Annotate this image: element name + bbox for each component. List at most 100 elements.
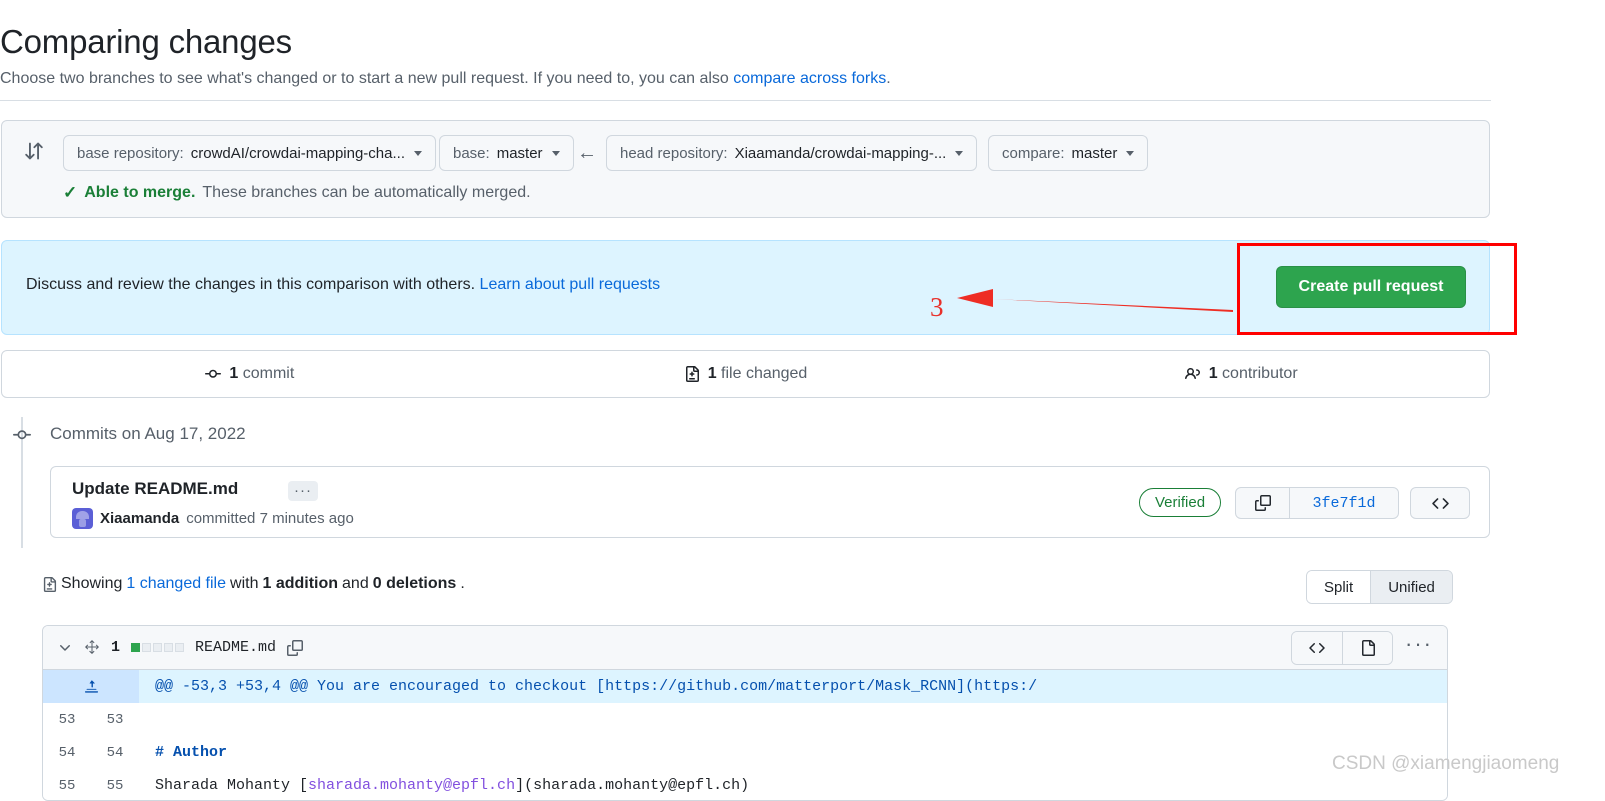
files-summary-middle: with — [230, 575, 259, 592]
head-repository-value: Xiaamanda/crowdai-mapping-... — [734, 144, 947, 162]
diff-file-action-group — [1291, 630, 1394, 665]
commit-message[interactable]: Update README.md — [72, 479, 238, 499]
file-diff-icon — [684, 366, 700, 382]
files-summary-conjunction: and — [342, 575, 369, 592]
commit-time: committed 7 minutes ago — [186, 510, 354, 527]
diff-hunk-header: @@ -53,3 +53,4 @@ You are encouraged to … — [43, 670, 1447, 703]
base-repository-selector[interactable]: base repository: crowdAI/crowdai-mapping… — [63, 135, 436, 171]
base-branch-value: master — [496, 144, 543, 162]
page-title: Comparing changes — [0, 23, 292, 60]
base-repository-label: base repository: — [77, 144, 184, 162]
compare-across-forks-link[interactable]: compare across forks — [733, 70, 886, 87]
commit-node-icon — [13, 426, 31, 444]
view-code-button[interactable] — [1292, 631, 1343, 664]
diff-new-line-number: 54 — [106, 744, 124, 761]
stat-commits-count: 1 — [229, 365, 239, 382]
pull-request-banner-text: Discuss and review the changes in this c… — [26, 276, 660, 294]
diff-old-line-number: 54 — [58, 744, 76, 761]
pull-request-banner: Discuss and review the changes in this c… — [1, 240, 1490, 335]
copy-icon[interactable] — [287, 639, 304, 656]
compare-changes-page: Comparing changes Choose two branches to… — [0, 0, 1605, 801]
diff-line-code: Sharada Mohanty [sharada.mohanty@epfl.ch… — [139, 769, 1447, 800]
diffstat-square-empty — [153, 643, 163, 652]
changed-files-link[interactable]: 1 changed file — [126, 575, 226, 593]
page-subtitle: Choose two branches to see what's change… — [0, 68, 891, 90]
comparison-stats-bar: 1 commit 1 file changed 1 contributor — [1, 350, 1490, 398]
subtitle-text: Choose two branches to see what's change… — [0, 70, 734, 87]
file-icon — [1361, 639, 1375, 656]
chevron-down-icon — [955, 150, 964, 156]
commit-icon — [205, 366, 222, 382]
direction-arrow-icon: ← — [577, 142, 597, 164]
diffstat-square-add — [131, 643, 141, 652]
status-badge[interactable]: Verified — [1139, 488, 1222, 517]
stat-contributors[interactable]: 1 contributor — [993, 365, 1489, 383]
base-repository-value: crowdAI/crowdai-mapping-cha... — [190, 144, 405, 162]
tab-unified[interactable]: Unified — [1370, 571, 1452, 603]
base-branch-label: base: — [453, 144, 490, 162]
commit-sha[interactable]: 3fe7f1d — [1290, 488, 1398, 518]
diff-code-link: sharada.mohanty@epfl.ch — [308, 777, 516, 794]
chevron-down-icon — [1126, 150, 1135, 156]
learn-about-pull-requests-link[interactable]: Learn about pull requests — [480, 276, 661, 293]
head-repository-selector[interactable]: head repository: Xiaamanda/crowdai-mappi… — [606, 135, 978, 171]
diff-new-line-number: 53 — [106, 711, 124, 728]
header-divider — [0, 100, 1491, 101]
chevron-down-icon — [414, 150, 422, 156]
compare-branch-label: compare: — [1002, 144, 1065, 162]
swap-vertical-icon[interactable] — [24, 141, 44, 161]
commit-expand-button[interactable]: ··· — [288, 481, 318, 501]
merge-status-strong: Able to merge. — [84, 184, 196, 201]
files-summary: Showing 1 changed file with 1 addition a… — [42, 575, 465, 593]
commit-row: Update README.md ··· Xiaamanda committed… — [50, 466, 1490, 538]
diff-code-text-tail: ](sharada.mohanty@epfl.ch) — [515, 777, 750, 794]
stat-files-changed[interactable]: 1 file changed — [498, 365, 994, 383]
files-summary-suffix: . — [460, 575, 465, 592]
move-icon[interactable] — [84, 639, 100, 656]
commit-author[interactable]: Xiaamanda — [100, 510, 179, 527]
chevron-down-icon — [551, 150, 560, 156]
diff-line-code — [139, 703, 1447, 736]
annotation-step-number: 3 — [930, 292, 944, 322]
create-pull-request-button[interactable]: Create pull request — [1276, 266, 1466, 308]
deletions-count: 0 deletions — [372, 575, 457, 592]
commits-date-heading: Commits on Aug 17, 2022 — [50, 424, 246, 443]
subtitle-suffix: . — [886, 70, 891, 87]
code-icon — [1309, 642, 1325, 653]
browse-code-button[interactable] — [1410, 487, 1470, 519]
base-branch-selector[interactable]: base: master — [439, 135, 574, 171]
diff-old-line-number: 55 — [58, 777, 76, 794]
diff-hunk-text: @@ -53,3 +53,4 @@ You are encouraged to … — [155, 678, 1038, 695]
view-file-button[interactable] — [1342, 631, 1393, 664]
additions-count: 1 addition — [262, 575, 339, 592]
diff-code-text: Sharada Mohanty [ — [155, 777, 309, 794]
head-repository-label: head repository: — [620, 144, 728, 162]
merge-status-text: These branches can be automatically merg… — [202, 184, 531, 201]
copy-icon[interactable] — [1236, 488, 1290, 518]
compare-form-box: base repository: crowdAI/crowdai-mapping… — [1, 120, 1490, 218]
files-summary-prefix: Showing — [61, 575, 123, 592]
stat-files-label: file changed — [716, 365, 808, 382]
diff-line-row: 53 53 — [43, 703, 1447, 736]
code-icon — [1431, 497, 1449, 509]
avatar[interactable] — [72, 508, 93, 529]
diff-line-code: # Author — [155, 744, 228, 761]
diff-file-header: 1 README.md ··· — [43, 626, 1447, 670]
kebab-horizontal-icon[interactable]: ··· — [1405, 632, 1433, 657]
people-icon — [1184, 366, 1201, 382]
diff-filename[interactable]: README.md — [195, 639, 276, 656]
diffstat-square-empty — [142, 643, 152, 652]
stat-files-count: 1 — [707, 365, 717, 382]
commit-sha-group: 3fe7f1d — [1235, 487, 1399, 519]
diff-file-actions: ··· — [1291, 630, 1433, 665]
chevron-down-icon[interactable] — [57, 640, 73, 656]
diff-old-line-number: 53 — [58, 711, 76, 728]
stat-commits[interactable]: 1 commit — [2, 365, 498, 383]
diff-change-count: 1 — [111, 639, 121, 656]
compare-branch-value: master — [1071, 144, 1118, 162]
file-diff-icon — [42, 576, 57, 592]
unfold-up-icon[interactable] — [43, 670, 139, 703]
tab-split[interactable]: Split — [1307, 571, 1371, 603]
diff-line-row: 54 54 # Author — [43, 736, 1447, 769]
compare-branch-selector[interactable]: compare: master — [988, 135, 1149, 171]
